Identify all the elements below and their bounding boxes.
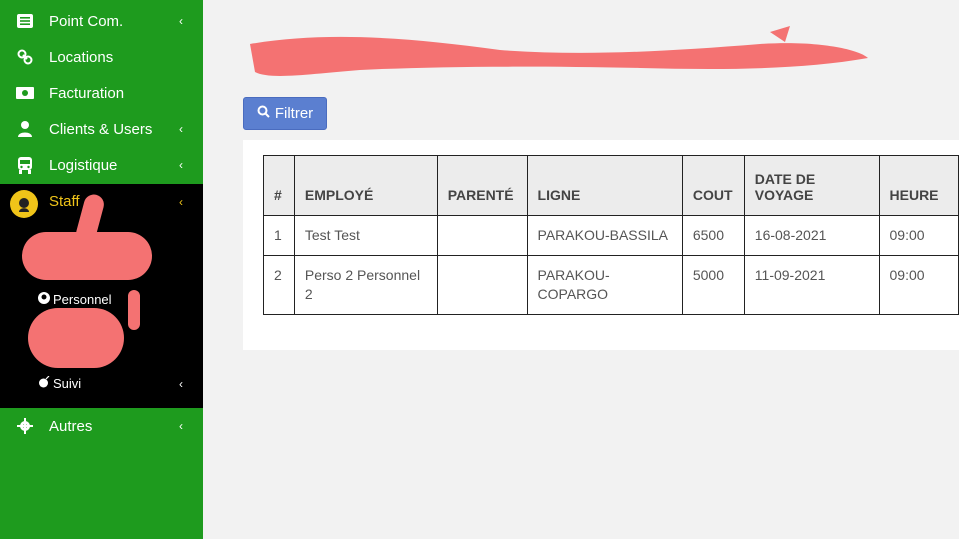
- user-icon: [16, 120, 34, 138]
- list-icon: [16, 12, 34, 30]
- table-cell: Test Test: [293, 215, 438, 256]
- sidebar-item-label: Logistique: [49, 156, 118, 174]
- redaction-mark: [128, 290, 140, 330]
- sidebar-item-staff[interactable]: Staff: [49, 193, 80, 210]
- sidebar-subitem-label: Suivi: [53, 376, 82, 391]
- column-header-employe: EMPLOYÉ: [293, 155, 438, 216]
- column-header-num: #: [263, 155, 295, 216]
- redaction-mark: [28, 308, 124, 368]
- results-table: # EMPLOYÉ PARENTÉ LIGNE COUT DATE DE VOY…: [263, 155, 959, 315]
- gear-icon: [16, 417, 34, 435]
- table-cell: Perso 2 Personnel 2: [293, 255, 438, 315]
- sidebar-subitem-label: Personnel: [53, 292, 112, 307]
- table-cell: 11-09-2021: [743, 255, 880, 315]
- sidebar-item-label: Facturation: [49, 84, 125, 102]
- table-cell: [436, 215, 528, 256]
- sidebar-item-label: Autres: [49, 417, 93, 435]
- filter-button-label: Filtrer: [274, 105, 314, 122]
- table-cell: 1: [263, 215, 295, 256]
- table-cell: 09:00: [878, 215, 959, 256]
- sidebar-subitem-personnel[interactable]: Personnel: [38, 292, 112, 307]
- table-cell: 6500: [681, 215, 745, 256]
- chevron-left-icon: ‹: [179, 158, 183, 172]
- table-cell: 16-08-2021: [743, 215, 880, 256]
- column-header-heure: HEURE: [878, 155, 959, 216]
- staff-menu: Staff ‹ Personnel Suivi ‹: [0, 184, 203, 408]
- chevron-left-icon: ‹: [179, 122, 183, 136]
- table-row: 2 Perso 2 Personnel 2 PARAKOU-COPARGO 50…: [263, 255, 959, 315]
- redaction-mark: [22, 232, 152, 280]
- staff-icon: [10, 190, 38, 218]
- table-cell: 5000: [681, 255, 745, 315]
- chevron-left-icon: ‹: [179, 377, 183, 391]
- sidebar: Point Com. ‹ Locations Facturation Clien…: [0, 0, 203, 539]
- money-icon: [16, 84, 34, 102]
- link-icon: [16, 48, 34, 66]
- sidebar-item-label: Locations: [49, 48, 114, 66]
- bomb-icon: [38, 375, 50, 391]
- sidebar-item-label: Point Com.: [49, 12, 124, 30]
- bus-icon: [16, 156, 34, 174]
- chevron-left-icon: ‹: [179, 195, 183, 209]
- table-cell: PARAKOU-COPARGO: [526, 255, 683, 315]
- page-title-redacted: [240, 22, 875, 84]
- table-cell: PARAKOU-BASSILA: [526, 215, 683, 256]
- chevron-left-icon: ‹: [179, 419, 183, 433]
- table-cell: [436, 255, 528, 315]
- sidebar-item-point-com[interactable]: Point Com. ‹: [0, 3, 203, 39]
- sidebar-item-locations[interactable]: Locations: [0, 39, 203, 75]
- table-cell: 2: [263, 255, 295, 315]
- column-header-ligne: LIGNE: [526, 155, 683, 216]
- column-header-date: DATE DE VOYAGE: [743, 155, 880, 216]
- sidebar-item-label: Clients & Users: [49, 120, 153, 138]
- user-icon: [38, 292, 50, 307]
- sidebar-item-autres[interactable]: Autres ‹: [0, 408, 203, 444]
- column-header-parente: PARENTÉ: [436, 155, 528, 216]
- table-cell: 09:00: [878, 255, 959, 315]
- sidebar-subitem-suivi[interactable]: Suivi: [38, 375, 82, 391]
- sidebar-item-logistique[interactable]: Logistique ‹: [0, 147, 203, 183]
- column-header-cout: COUT: [681, 155, 745, 216]
- filter-button[interactable]: Filtrer: [243, 97, 327, 130]
- search-icon: [257, 105, 270, 122]
- sidebar-item-clients-users[interactable]: Clients & Users ‹: [0, 111, 203, 147]
- table-header-row: # EMPLOYÉ PARENTÉ LIGNE COUT DATE DE VOY…: [263, 155, 959, 216]
- sidebar-item-facturation[interactable]: Facturation: [0, 75, 203, 111]
- table-row: 1 Test Test PARAKOU-BASSILA 6500 16-08-2…: [263, 215, 959, 256]
- chevron-left-icon: ‹: [179, 14, 183, 28]
